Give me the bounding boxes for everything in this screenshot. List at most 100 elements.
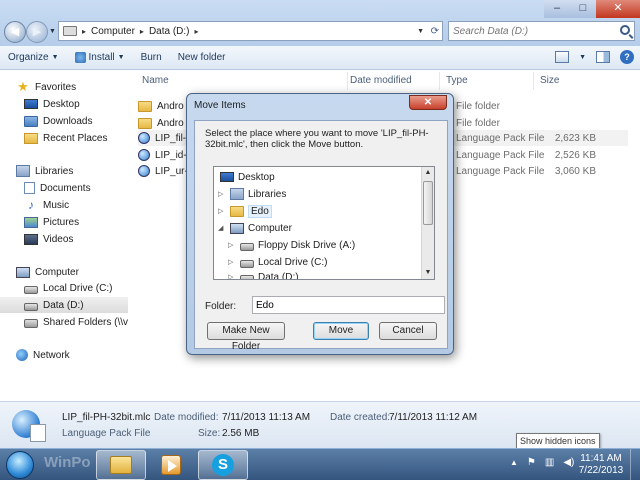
new-folder-button[interactable]: New folder xyxy=(170,52,234,63)
sidebar-item-label: Downloads xyxy=(43,115,93,127)
desktop-icon xyxy=(220,172,234,182)
sidebar-item-network[interactable]: Network xyxy=(16,347,144,363)
tree-scrollbar[interactable]: ▲ ▼ xyxy=(421,167,434,279)
make-new-folder-button[interactable]: Make New Folder xyxy=(207,322,285,352)
sidebar-libraries-header[interactable]: Libraries xyxy=(16,163,144,179)
start-button[interactable] xyxy=(6,451,34,479)
file-name: LIP_fil- xyxy=(155,132,187,144)
column-header-type[interactable]: Type xyxy=(440,72,534,90)
dialog-title: Move Items xyxy=(194,100,246,111)
tree-item-label: Computer xyxy=(248,222,292,234)
chevron-right-icon[interactable]: ▸ xyxy=(195,27,199,36)
maximize-button[interactable]: □ xyxy=(570,0,596,18)
user-folder-icon xyxy=(230,205,244,217)
sidebar-item-label: Network xyxy=(33,349,70,361)
scroll-thumb[interactable] xyxy=(423,181,433,225)
column-header-name[interactable]: Name xyxy=(136,72,348,90)
refresh-icon[interactable]: ⟳ xyxy=(431,26,439,37)
move-items-dialog: Move Items ✕ Select the place where you … xyxy=(186,93,454,355)
action-center-flag-icon[interactable]: ⚑ xyxy=(527,457,536,468)
dialog-message: Select the place where you want to move … xyxy=(205,128,429,150)
folder-name-input[interactable] xyxy=(252,296,445,314)
volume-icon[interactable]: ◀) xyxy=(563,457,574,468)
sidebar-item-label: Pictures xyxy=(43,216,80,228)
sidebar-item-label: Favorites xyxy=(35,81,77,93)
minimize-button[interactable]: – xyxy=(544,0,570,18)
network-status-icon[interactable]: ▥ xyxy=(545,457,554,468)
desktop-icon xyxy=(24,99,38,109)
tree-item-edo[interactable]: ▷ Edo xyxy=(218,203,272,219)
search-input[interactable] xyxy=(449,22,609,40)
file-type: Language Pack File xyxy=(456,165,545,177)
taskbar-clock[interactable]: 11:41 AM 7/22/2013 xyxy=(574,453,628,477)
tree-item-label: Edo xyxy=(248,204,272,218)
close-window-button[interactable]: ✕ xyxy=(596,0,640,18)
back-button[interactable]: ◀ xyxy=(4,21,26,43)
taskbar-skype-button[interactable]: S xyxy=(198,450,248,480)
expand-arrow-icon[interactable]: ▷ xyxy=(218,207,226,215)
move-button[interactable]: Move xyxy=(313,322,369,340)
tree-item-local-drive-c[interactable]: ▷ Local Drive (C:) xyxy=(228,254,327,270)
taskbar-media-player-button[interactable] xyxy=(146,450,196,480)
sidebar-computer-header[interactable]: Computer xyxy=(16,264,144,280)
tree-item-desktop[interactable]: Desktop xyxy=(220,169,275,185)
preview-pane-icon[interactable] xyxy=(596,51,610,63)
address-bar[interactable]: ▸ Computer ▸ Data (D:) ▸ ▼ ⟳ xyxy=(58,21,443,41)
cancel-button[interactable]: Cancel xyxy=(379,322,437,340)
collapse-arrow-icon[interactable]: ◢ xyxy=(218,224,226,232)
sidebar-item-shared-folders[interactable]: Shared Folders (\\vn xyxy=(24,314,128,330)
dialog-close-button[interactable]: ✕ xyxy=(409,95,447,110)
search-box[interactable] xyxy=(448,21,635,41)
sidebar-item-label: Desktop xyxy=(43,98,80,110)
expand-arrow-icon[interactable]: ▷ xyxy=(228,241,236,249)
column-header-date-modified[interactable]: Date modified xyxy=(344,72,440,90)
clock-time: 11:41 AM xyxy=(580,453,622,464)
file-size: 2,526 KB xyxy=(554,149,596,161)
taskbar-explorer-button[interactable] xyxy=(96,450,146,480)
expand-arrow-icon[interactable]: ▷ xyxy=(218,190,226,198)
scroll-down-icon[interactable]: ▼ xyxy=(422,267,434,279)
help-icon[interactable]: ? xyxy=(620,50,634,64)
chevron-right-icon[interactable]: ▸ xyxy=(140,27,144,36)
chevron-down-icon[interactable]: ▼ xyxy=(579,54,586,61)
folder-tree[interactable]: Desktop ▷ Libraries ▷ Edo ◢ Computer ▷ F… xyxy=(213,166,435,280)
forward-button[interactable]: ▶ xyxy=(26,21,48,43)
show-hidden-icons-tooltip: Show hidden icons xyxy=(516,433,600,449)
breadcrumb-data-drive[interactable]: Data (D:) xyxy=(149,26,190,37)
sidebar-favorites-header[interactable]: ★ Favorites xyxy=(16,79,144,95)
documents-icon xyxy=(24,182,35,194)
language-pack-icon xyxy=(138,132,150,144)
search-icon[interactable] xyxy=(620,25,630,35)
column-header-size[interactable]: Size xyxy=(534,72,634,90)
star-icon: ★ xyxy=(17,79,29,94)
scroll-up-icon[interactable]: ▲ xyxy=(422,167,434,179)
libraries-icon xyxy=(16,165,30,177)
change-view-icon[interactable] xyxy=(555,51,570,63)
skype-icon: S xyxy=(212,454,234,476)
recent-pages-dropdown[interactable]: ▼ xyxy=(49,28,56,35)
install-button[interactable]: Install ▼ xyxy=(67,52,133,63)
show-hidden-icons-button[interactable]: ▲ xyxy=(510,458,518,467)
breadcrumb-computer[interactable]: Computer xyxy=(91,26,135,37)
burn-button[interactable]: Burn xyxy=(133,52,170,63)
address-dropdown-icon[interactable]: ▼ xyxy=(417,28,424,35)
details-date-modified: 7/11/2013 11:13 AM xyxy=(222,412,311,423)
folder-icon xyxy=(138,100,152,112)
tree-item-libraries[interactable]: ▷ Libraries xyxy=(218,186,286,202)
expand-arrow-icon[interactable]: ▷ xyxy=(228,258,236,266)
burn-label: Burn xyxy=(140,52,162,63)
tree-item-data-d[interactable]: ▷ Data (D:) xyxy=(228,269,299,279)
tree-item-computer[interactable]: ◢ Computer xyxy=(218,220,292,236)
tree-item-label: Desktop xyxy=(238,171,275,183)
file-size: 3,060 KB xyxy=(554,165,596,177)
organize-button[interactable]: Organize ▼ xyxy=(0,52,67,63)
show-desktop-button[interactable] xyxy=(630,449,640,480)
expand-arrow-icon[interactable]: ▷ xyxy=(228,273,236,279)
chevron-right-icon[interactable]: ▸ xyxy=(82,27,86,36)
sidebar-item-label: Computer xyxy=(35,266,79,278)
drive-icon xyxy=(24,285,38,294)
sidebar-item-data-drive-d[interactable]: Data (D:) xyxy=(0,297,128,313)
install-label: Install xyxy=(88,52,115,63)
command-bar: Organize ▼ Install ▼ Burn New folder ▼ ? xyxy=(0,46,640,70)
tree-item-floppy-a[interactable]: ▷ Floppy Disk Drive (A:) xyxy=(228,237,355,253)
